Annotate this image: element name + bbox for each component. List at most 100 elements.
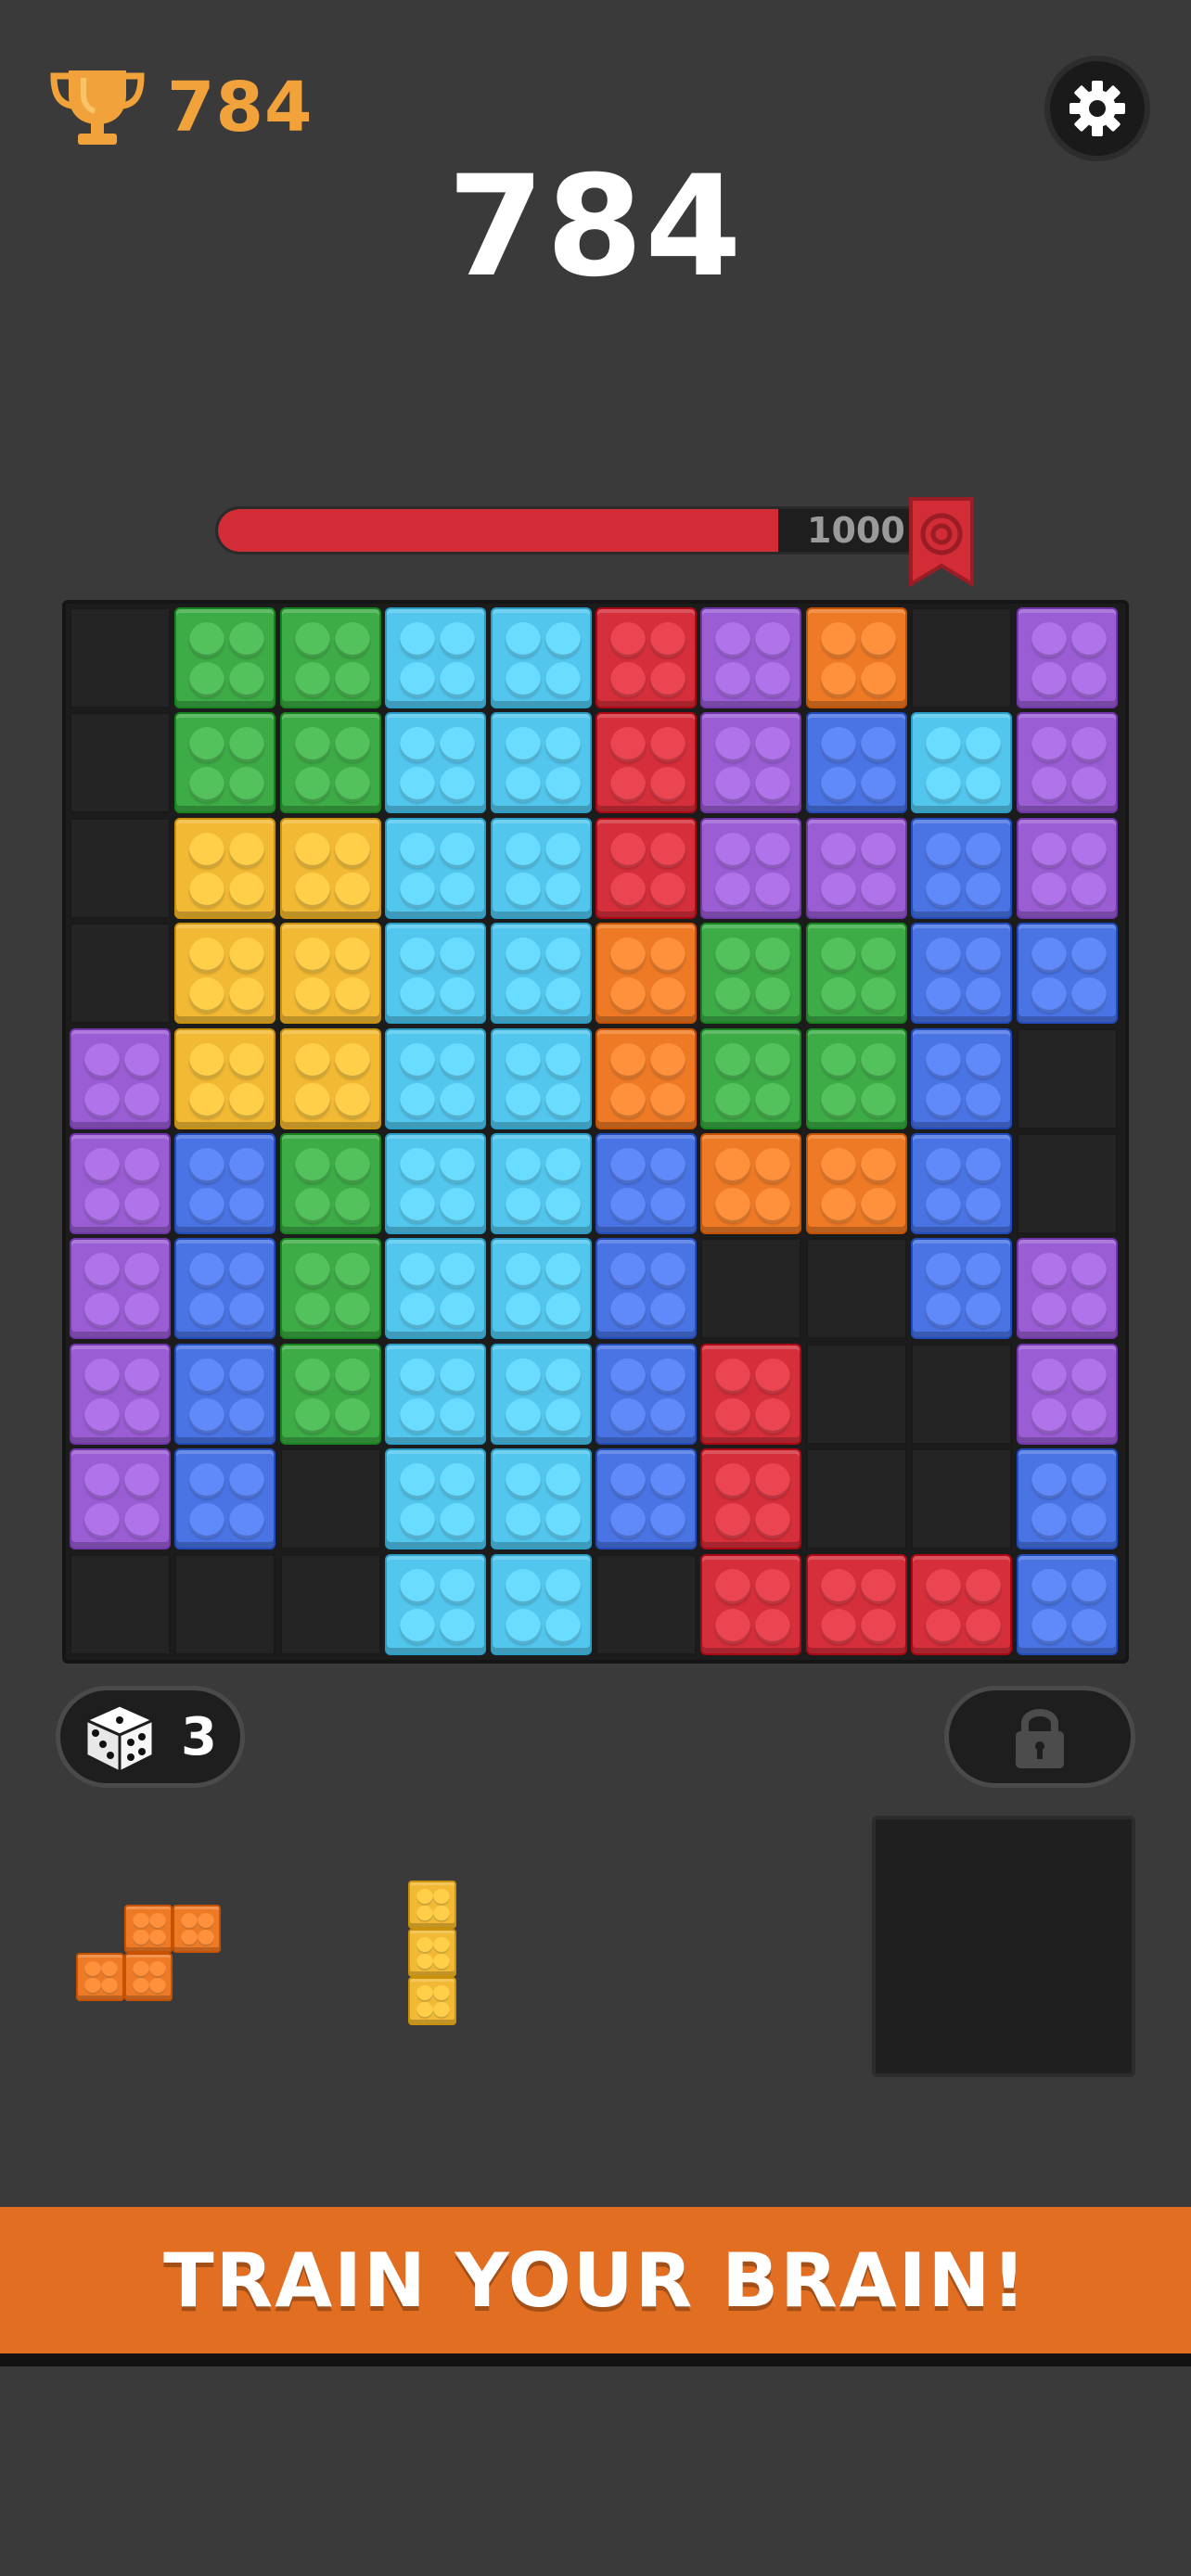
- board-cell-blue[interactable]: [596, 1238, 697, 1340]
- hold-slot[interactable]: [872, 1816, 1135, 2077]
- board-cell-green[interactable]: [279, 712, 381, 814]
- board-cell-blue[interactable]: [174, 1238, 276, 1340]
- board-cell-red[interactable]: [596, 817, 697, 919]
- board-cell-yellow[interactable]: [174, 923, 276, 1025]
- board-cell-purple[interactable]: [805, 817, 907, 919]
- board-cell-yellow[interactable]: [279, 1027, 381, 1129]
- board-cell-blue[interactable]: [596, 1343, 697, 1445]
- board-cell-green[interactable]: [805, 923, 907, 1025]
- board-cell-red[interactable]: [911, 1553, 1013, 1655]
- board-cell-orange[interactable]: [805, 607, 907, 708]
- board-cell-purple[interactable]: [70, 1027, 171, 1129]
- board-cell-empty[interactable]: [174, 1553, 276, 1655]
- board-cell-blue[interactable]: [911, 1027, 1013, 1129]
- board-cell-purple[interactable]: [700, 712, 802, 814]
- board-cell-green[interactable]: [805, 1027, 907, 1129]
- board-cell-blue[interactable]: [174, 1133, 276, 1234]
- board-cell-cyan[interactable]: [385, 1343, 487, 1445]
- board-cell-purple[interactable]: [700, 817, 802, 919]
- board-cell-green[interactable]: [174, 712, 276, 814]
- piece-yellow-i3[interactable]: [408, 1881, 456, 2025]
- board-cell-empty[interactable]: [70, 817, 171, 919]
- board-cell-red[interactable]: [700, 1448, 802, 1550]
- board-cell-empty[interactable]: [279, 1448, 381, 1550]
- board-cell-purple[interactable]: [700, 607, 802, 708]
- piece-orange-s[interactable]: [76, 1905, 221, 2001]
- board-cell-blue[interactable]: [1016, 1448, 1118, 1550]
- board-cell-purple[interactable]: [70, 1448, 171, 1550]
- board-cell-blue[interactable]: [805, 712, 907, 814]
- board-cell-purple[interactable]: [1016, 1238, 1118, 1340]
- board-cell-cyan[interactable]: [385, 1553, 487, 1655]
- board-cell-empty[interactable]: [70, 607, 171, 708]
- board-cell-purple[interactable]: [70, 1238, 171, 1340]
- board-cell-cyan[interactable]: [385, 1238, 487, 1340]
- board-cell-green[interactable]: [279, 1343, 381, 1445]
- board-cell-green[interactable]: [700, 923, 802, 1025]
- board-cell-cyan[interactable]: [490, 607, 592, 708]
- board-cell-purple[interactable]: [1016, 1343, 1118, 1445]
- board-cell-cyan[interactable]: [490, 923, 592, 1025]
- board-cell-green[interactable]: [174, 607, 276, 708]
- board-cell-blue[interactable]: [911, 1133, 1013, 1234]
- board-cell-empty[interactable]: [805, 1238, 907, 1340]
- board-cell-cyan[interactable]: [385, 923, 487, 1025]
- board-cell-red[interactable]: [596, 712, 697, 814]
- board-cell-red[interactable]: [700, 1343, 802, 1445]
- board-cell-empty[interactable]: [700, 1238, 802, 1340]
- board-cell-cyan[interactable]: [490, 1238, 592, 1340]
- board-cell-cyan[interactable]: [385, 1133, 487, 1234]
- board-cell-cyan[interactable]: [490, 1343, 592, 1445]
- board-cell-empty[interactable]: [70, 712, 171, 814]
- board-cell-cyan[interactable]: [490, 1448, 592, 1550]
- game-board[interactable]: [62, 600, 1129, 1664]
- board-cell-blue[interactable]: [911, 817, 1013, 919]
- board-cell-yellow[interactable]: [279, 817, 381, 919]
- board-cell-purple[interactable]: [1016, 817, 1118, 919]
- board-cell-cyan[interactable]: [385, 817, 487, 919]
- board-cell-empty[interactable]: [911, 1448, 1013, 1550]
- board-cell-green[interactable]: [700, 1027, 802, 1129]
- board-cell-orange[interactable]: [700, 1133, 802, 1234]
- board-cell-empty[interactable]: [596, 1553, 697, 1655]
- board-cell-blue[interactable]: [1016, 923, 1118, 1025]
- board-cell-purple[interactable]: [70, 1343, 171, 1445]
- board-cell-orange[interactable]: [596, 1027, 697, 1129]
- board-cell-cyan[interactable]: [490, 817, 592, 919]
- board-cell-empty[interactable]: [911, 1343, 1013, 1445]
- board-cell-empty[interactable]: [70, 1553, 171, 1655]
- board-cell-blue[interactable]: [911, 923, 1013, 1025]
- board-cell-blue[interactable]: [174, 1448, 276, 1550]
- board-cell-empty[interactable]: [805, 1448, 907, 1550]
- board-cell-cyan[interactable]: [490, 712, 592, 814]
- board-cell-cyan[interactable]: [385, 1448, 487, 1550]
- board-cell-green[interactable]: [279, 607, 381, 708]
- board-cell-purple[interactable]: [70, 1133, 171, 1234]
- board-cell-cyan[interactable]: [385, 607, 487, 708]
- board-cell-blue[interactable]: [911, 1238, 1013, 1340]
- board-cell-orange[interactable]: [805, 1133, 907, 1234]
- board-cell-purple[interactable]: [1016, 712, 1118, 814]
- board-cell-red[interactable]: [596, 607, 697, 708]
- board-cell-empty[interactable]: [1016, 1133, 1118, 1234]
- board-cell-green[interactable]: [279, 1133, 381, 1234]
- board-cell-empty[interactable]: [1016, 1027, 1118, 1129]
- board-cell-blue[interactable]: [596, 1133, 697, 1234]
- board-cell-purple[interactable]: [1016, 607, 1118, 708]
- board-cell-cyan[interactable]: [490, 1027, 592, 1129]
- hold-lock-button[interactable]: [944, 1686, 1135, 1788]
- settings-button[interactable]: [1044, 56, 1150, 161]
- board-cell-red[interactable]: [805, 1553, 907, 1655]
- board-cell-yellow[interactable]: [174, 1027, 276, 1129]
- board-cell-blue[interactable]: [596, 1448, 697, 1550]
- board-cell-blue[interactable]: [1016, 1553, 1118, 1655]
- board-cell-cyan[interactable]: [911, 712, 1013, 814]
- promo-banner[interactable]: TRAIN YOUR BRAIN!: [0, 2207, 1191, 2366]
- board-cell-red[interactable]: [700, 1553, 802, 1655]
- board-cell-empty[interactable]: [279, 1553, 381, 1655]
- board-cell-blue[interactable]: [174, 1343, 276, 1445]
- board-cell-green[interactable]: [279, 1238, 381, 1340]
- board-cell-empty[interactable]: [70, 923, 171, 1025]
- board-cell-cyan[interactable]: [490, 1133, 592, 1234]
- board-cell-cyan[interactable]: [490, 1553, 592, 1655]
